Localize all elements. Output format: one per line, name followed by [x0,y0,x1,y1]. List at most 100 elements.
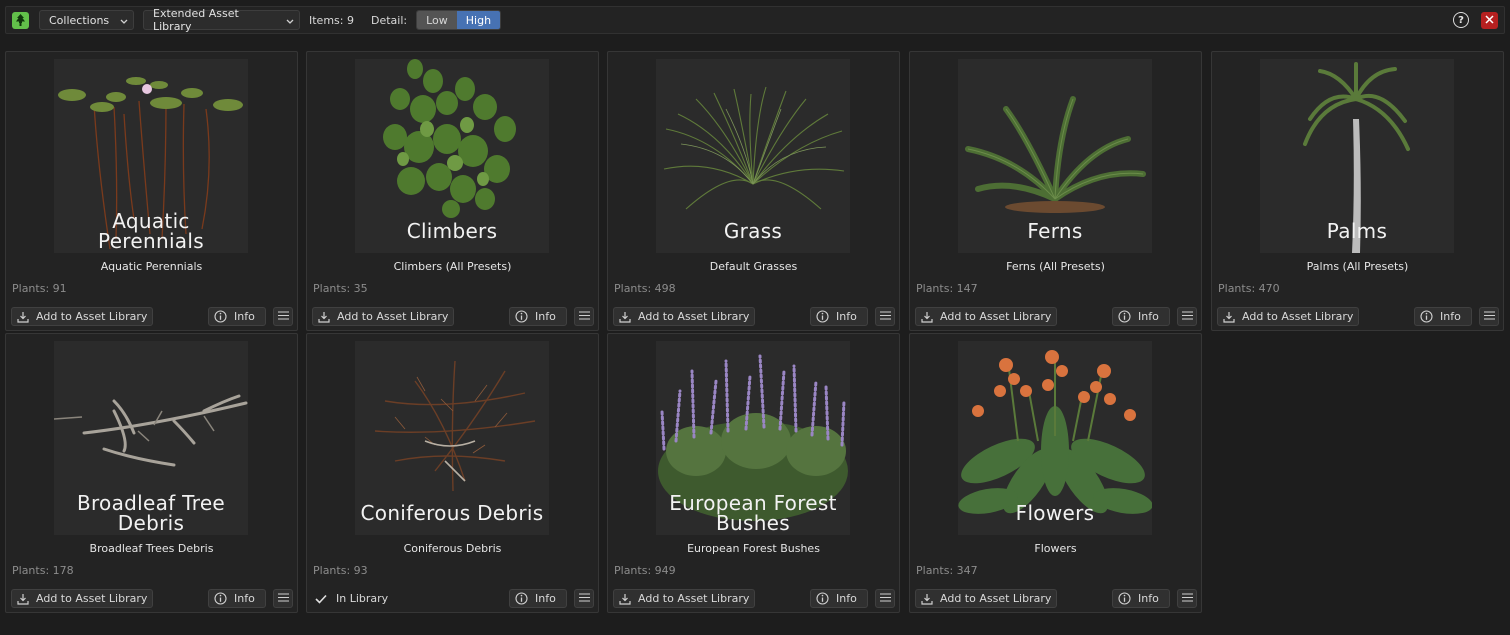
close-button[interactable] [1481,11,1498,29]
menu-button[interactable] [1177,307,1197,326]
thumbnail-palms[interactable]: Palms [1260,59,1454,253]
thumbnail-grass[interactable]: Grass [656,59,850,253]
info-button-label: Info [535,592,556,605]
info-button[interactable]: Info [208,307,266,326]
thumbnail-broadleaf-tree-debris[interactable]: Broadleaf Tree Debris [54,341,248,535]
menu-button[interactable] [574,307,594,326]
collections-dropdown[interactable]: Collections [39,10,134,30]
download-icon [17,593,29,605]
thumbnail-flowers[interactable]: Flowers [958,341,1152,535]
download-icon [921,311,933,323]
thumbnail-label: Grass [723,219,783,243]
tree-icon [12,11,29,29]
info-icon [1118,310,1131,323]
add-to-asset-library-button[interactable]: Add to Asset Library [613,589,755,608]
asset-card: Climbers Climbers (All Presets) Plants: … [306,51,599,331]
menu-button[interactable] [875,589,895,608]
plants-count: Plants: 91 [12,282,67,295]
detail-label: Detail: [370,13,408,27]
plants-count: Plants: 470 [1218,282,1280,295]
info-button[interactable]: Info [509,589,567,608]
menu-button[interactable] [875,307,895,326]
thumbnail-label: Climbers [406,219,498,243]
plants-count: Plants: 949 [614,564,676,577]
card-title: Ferns (All Presets) [1006,260,1105,273]
asset-card: Ferns Ferns (All Presets) Plants: 147 Ad… [909,51,1202,331]
add-to-asset-library-button[interactable]: Add to Asset Library [915,307,1057,326]
add-button-label: Add to Asset Library [36,310,148,323]
add-to-asset-library-button[interactable]: Add to Asset Library [11,307,153,326]
info-button[interactable]: Info [1414,307,1472,326]
in-library-status: In Library [315,589,388,608]
thumbnail-coniferous-debris[interactable]: Coniferous Debris [355,341,549,535]
menu-button[interactable] [1177,589,1197,608]
info-button[interactable]: Info [1112,589,1170,608]
thumbnail-ferns[interactable]: Ferns [958,59,1152,253]
close-icon [1485,14,1494,27]
thumbnail-european-forest-bushes[interactable]: European Forest Bushes [656,341,850,535]
items-count: Items: 9 [309,13,354,27]
menu-button[interactable] [273,589,293,608]
hamburger-menu-icon [879,592,891,605]
download-icon [921,593,933,605]
chevron-down-icon [120,14,128,27]
asset-card: Palms Palms (All Presets) Plants: 470 Ad… [1211,51,1504,331]
hamburger-menu-icon [277,310,289,323]
info-icon [515,310,528,323]
hamburger-menu-icon [1181,592,1193,605]
card-title: Aquatic Perennials [100,260,203,273]
detail-low-button[interactable]: Low [417,11,457,29]
info-button-label: Info [535,310,556,323]
info-button[interactable]: Info [509,307,567,326]
hamburger-menu-icon [1181,310,1193,323]
library-dropdown-label: Extended Asset Library [153,7,239,33]
thumbnail-aquatic-perennials[interactable]: Aquatic Perennials [54,59,248,253]
add-to-asset-library-button[interactable]: Add to Asset Library [11,589,153,608]
info-button-label: Info [234,592,255,605]
download-icon [1223,311,1235,323]
info-button[interactable]: Info [1112,307,1170,326]
plants-count: Plants: 35 [313,282,368,295]
library-dropdown[interactable]: Extended Asset Library [143,7,300,33]
thumbnail-label: European Forest Bushes [669,491,837,535]
thumbnail-label: Aquatic Perennials [98,209,204,253]
info-icon [214,592,227,605]
info-icon [1118,592,1131,605]
asset-card: Coniferous Debris Coniferous Debris Plan… [306,333,599,613]
download-icon [318,311,330,323]
hamburger-menu-icon [1483,310,1495,323]
info-icon [1420,310,1433,323]
info-button[interactable]: Info [810,307,868,326]
help-icon[interactable]: ? [1453,12,1469,28]
asset-card: European Forest Bushes European Forest Bu… [607,333,900,613]
hamburger-menu-icon [578,592,590,605]
add-button-label: Add to Asset Library [36,592,148,605]
download-icon [619,311,631,323]
chevron-down-icon [286,14,294,27]
asset-card: Aquatic Perennials Aquatic Perennials Pla… [5,51,298,331]
menu-button[interactable] [1479,307,1499,326]
add-to-asset-library-button[interactable]: Add to Asset Library [613,307,755,326]
info-button-label: Info [836,592,857,605]
info-button[interactable]: Info [208,589,266,608]
card-title: European Forest Bushes [687,542,820,555]
hamburger-menu-icon [578,310,590,323]
add-to-asset-library-button[interactable]: Add to Asset Library [312,307,454,326]
detail-high-button[interactable]: High [456,11,501,29]
thumbnail-label: Coniferous Debris [360,501,544,525]
card-title: Flowers [1034,542,1077,555]
menu-button[interactable] [273,307,293,326]
plants-count: Plants: 93 [313,564,368,577]
info-icon [816,592,829,605]
plants-count: Plants: 178 [12,564,74,577]
plants-count: Plants: 347 [916,564,978,577]
thumbnail-climbers[interactable]: Climbers [355,59,549,253]
menu-button[interactable] [574,589,594,608]
asset-card: Grass Default Grasses Plants: 498 Add to… [607,51,900,331]
info-button-label: Info [1138,592,1159,605]
info-button[interactable]: Info [810,589,868,608]
download-icon [619,593,631,605]
add-to-asset-library-button[interactable]: Add to Asset Library [1217,307,1359,326]
add-to-asset-library-button[interactable]: Add to Asset Library [915,589,1057,608]
card-title: Coniferous Debris [403,542,502,555]
